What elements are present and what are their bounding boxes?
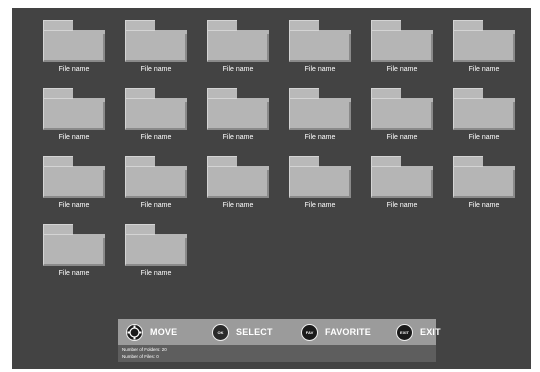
folder-label: File name (386, 202, 418, 209)
remote-key-legend: MOVE OK SELECT FAV FAVORITE EXIT EXIT (118, 319, 441, 345)
folder-label: File name (304, 66, 336, 73)
folder-count-text: Number of Folders: 20 (122, 347, 167, 352)
folder-label: File name (468, 66, 500, 73)
folder-icon (43, 88, 105, 130)
folder-item[interactable]: File name (43, 224, 105, 280)
folder-icon (289, 20, 351, 62)
folder-label: File name (58, 202, 90, 209)
folder-item[interactable]: File name (289, 156, 351, 212)
folder-icon (453, 156, 515, 198)
exit-hint: EXIT EXIT (396, 323, 441, 341)
folder-item[interactable]: File name (289, 88, 351, 144)
folder-label: File name (386, 66, 418, 73)
favorite-label: FAVORITE (325, 327, 371, 337)
folder-label: File name (58, 134, 90, 141)
move-hint: MOVE (126, 323, 177, 341)
dpad-icon (126, 323, 143, 341)
folder-icon (453, 20, 515, 62)
file-count-text: Number of Files: 0 (122, 354, 159, 359)
folder-icon (125, 20, 187, 62)
folder-item[interactable]: File name (453, 156, 515, 212)
exit-button-icon: EXIT (396, 323, 413, 341)
select-hint: OK SELECT (212, 323, 273, 341)
folder-label: File name (304, 202, 336, 209)
folder-icon (371, 88, 433, 130)
select-label: SELECT (236, 327, 273, 337)
ok-button-icon: OK (212, 323, 229, 341)
fav-button-icon: FAV (301, 323, 318, 341)
folder-item[interactable]: File name (207, 88, 269, 144)
folder-label: File name (58, 66, 90, 73)
folder-icon (43, 20, 105, 62)
folder-icon (289, 88, 351, 130)
folder-item[interactable]: File name (207, 20, 269, 76)
status-bar: Number of Folders: 20 Number of Files: 0 (118, 345, 436, 362)
folder-icon (207, 20, 269, 62)
folder-icon (125, 88, 187, 130)
folder-icon (453, 88, 515, 130)
folder-item[interactable]: File name (453, 88, 515, 144)
folder-label: File name (386, 134, 418, 141)
folder-item[interactable]: File name (43, 88, 105, 144)
folder-item[interactable]: File name (371, 156, 433, 212)
folder-icon (43, 156, 105, 198)
folder-item[interactable]: File name (125, 224, 187, 280)
folder-label: File name (140, 270, 172, 277)
ok-icon-text: OK (217, 329, 224, 335)
folder-item[interactable]: File name (125, 156, 187, 212)
folder-item[interactable]: File name (289, 20, 351, 76)
folder-item[interactable]: File name (125, 20, 187, 76)
folder-label: File name (222, 202, 254, 209)
folder-icon (125, 224, 187, 266)
folder-label: File name (140, 202, 172, 209)
folder-item[interactable]: File name (125, 88, 187, 144)
exit-label: EXIT (420, 327, 441, 337)
folder-label: File name (468, 134, 500, 141)
folder-label: File name (304, 134, 336, 141)
fav-icon-text: FAV (305, 329, 314, 335)
folder-icon (125, 156, 187, 198)
folder-icon (207, 156, 269, 198)
folder-item[interactable]: File name (43, 20, 105, 76)
folder-item[interactable]: File name (43, 156, 105, 212)
exit-icon-text: EXIT (400, 329, 409, 335)
folder-label: File name (140, 134, 172, 141)
folder-item[interactable]: File name (371, 20, 433, 76)
folder-icon (207, 88, 269, 130)
move-label: MOVE (150, 327, 178, 337)
folder-icon (289, 156, 351, 198)
folder-label: File name (222, 66, 254, 73)
folder-icon (43, 224, 105, 266)
favorite-hint: FAV FAVORITE (301, 323, 371, 341)
folder-grid: File name File name File name File name File… (43, 20, 515, 280)
folder-label: File name (468, 202, 500, 209)
folder-icon (371, 20, 433, 62)
folder-label: File name (58, 270, 90, 277)
folder-item[interactable]: File name (371, 88, 433, 144)
file-browser-screen: File name File name File name File name File… (12, 8, 531, 369)
folder-item[interactable]: File name (453, 20, 515, 76)
folder-label: File name (140, 66, 172, 73)
folder-icon (371, 156, 433, 198)
folder-label: File name (222, 134, 254, 141)
folder-item[interactable]: File name (207, 156, 269, 212)
